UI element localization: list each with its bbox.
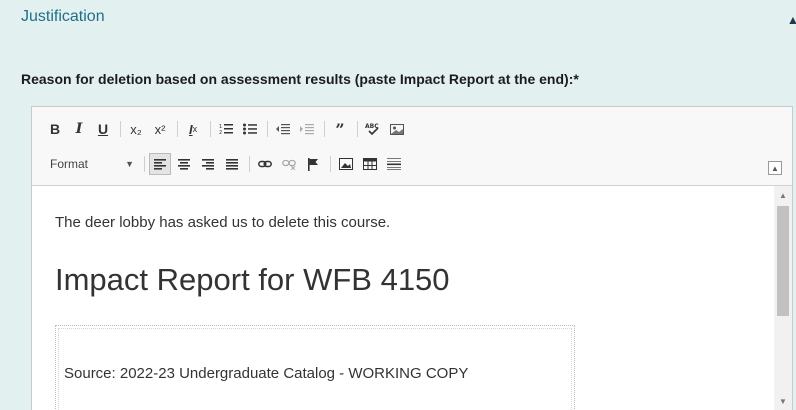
toolbar-separator: [177, 121, 178, 137]
svg-text:2: 2: [219, 130, 222, 135]
link-button[interactable]: [254, 153, 276, 175]
content-heading: Impact Report for WFB 4150: [55, 262, 450, 297]
align-left-icon: [154, 158, 166, 170]
section-header[interactable]: Justification ▲: [0, 0, 796, 42]
toolbar-row-2: Format ▼: [44, 151, 407, 177]
toolbar-separator: [210, 121, 211, 137]
toolbar-separator: [249, 156, 250, 172]
required-asterisk: *: [573, 71, 579, 87]
underline-button[interactable]: U: [92, 118, 114, 140]
section-title: Justification: [21, 8, 105, 25]
remove-format-x: x: [192, 124, 198, 134]
insert-table-button[interactable]: [359, 153, 381, 175]
toolbar-separator: [144, 156, 145, 172]
image-icon: [390, 123, 404, 135]
align-center-button[interactable]: [173, 153, 195, 175]
editor-content-area[interactable]: The deer lobby has asked us to delete th…: [32, 186, 774, 410]
toolbar-collapse-button[interactable]: ▲: [768, 161, 782, 175]
source-line: Source: 2022-23 Undergraduate Catalog - …: [64, 365, 469, 382]
scroll-down-icon[interactable]: ▼: [774, 394, 792, 408]
toolbar-separator: [267, 121, 268, 137]
align-right-icon: [202, 158, 214, 170]
blockquote-button[interactable]: ”: [329, 118, 351, 140]
content-table: Source: 2022-23 Undergraduate Catalog - …: [55, 325, 575, 410]
numbered-list-icon: 12: [219, 124, 233, 135]
toolbar-separator: [120, 121, 121, 137]
horizontal-rule-button[interactable]: [383, 153, 405, 175]
unlink-icon: [282, 159, 296, 170]
horizontal-rule-icon: [387, 158, 401, 170]
format-dropdown-label: Format: [50, 157, 89, 171]
insert-image-button[interactable]: [335, 153, 357, 175]
toolbar-separator: [324, 121, 325, 137]
content-paragraph: The deer lobby has asked us to delete th…: [55, 214, 391, 231]
dropdown-caret-icon: ▼: [125, 159, 134, 169]
subscript-button[interactable]: x₂: [125, 118, 147, 140]
toolbar-separator: [330, 156, 331, 172]
increase-indent-button[interactable]: [296, 118, 318, 140]
field-label-text: Reason for deletion based on assessment …: [21, 71, 574, 87]
flag-icon: [308, 157, 318, 171]
editor-toolbar: B I U x₂ x² Ix 12 ” ABC Format ▼ ▲: [32, 107, 792, 186]
remove-format-button[interactable]: Ix: [182, 118, 204, 140]
bulleted-list-icon: [243, 123, 257, 135]
collapse-toolbar-icon: ▲: [771, 163, 779, 173]
unlink-button[interactable]: [278, 153, 300, 175]
image-properties-button[interactable]: [386, 118, 408, 140]
editor-scrollbar[interactable]: ▲ ▼: [774, 186, 792, 410]
spellcheck-icon: ABC: [365, 123, 379, 136]
bulleted-list-button[interactable]: [239, 118, 261, 140]
justify-button[interactable]: [221, 153, 243, 175]
superscript-button[interactable]: x²: [149, 118, 171, 140]
rich-text-editor: B I U x₂ x² Ix 12 ” ABC Format ▼ ▲ The d…: [31, 106, 793, 410]
content-table-cell: Source: 2022-23 Undergraduate Catalog - …: [58, 328, 572, 410]
bold-button[interactable]: B: [44, 118, 66, 140]
link-icon: [258, 160, 272, 168]
italic-button[interactable]: I: [68, 118, 90, 140]
chevron-up-icon[interactable]: ▲: [786, 12, 796, 24]
scrollbar-thumb[interactable]: [777, 206, 789, 316]
align-center-icon: [178, 158, 190, 170]
image-icon: [339, 158, 353, 170]
toolbar-separator: [357, 121, 358, 137]
decrease-indent-button[interactable]: [272, 118, 294, 140]
align-left-button[interactable]: [149, 153, 171, 175]
numbered-list-button[interactable]: 12: [215, 118, 237, 140]
decrease-indent-icon: [276, 124, 290, 135]
table-icon: [363, 158, 377, 170]
justify-icon: [226, 158, 238, 170]
align-right-button[interactable]: [197, 153, 219, 175]
blockquote-icon: ”: [335, 119, 345, 139]
spellcheck-button[interactable]: ABC: [362, 118, 384, 140]
increase-indent-icon: [300, 124, 314, 135]
format-dropdown[interactable]: Format ▼: [44, 153, 140, 175]
anchor-button[interactable]: [302, 153, 324, 175]
scroll-up-icon[interactable]: ▲: [774, 188, 792, 202]
toolbar-row-1: B I U x₂ x² Ix 12 ” ABC: [44, 116, 410, 142]
field-label: Reason for deletion based on assessment …: [21, 71, 579, 87]
